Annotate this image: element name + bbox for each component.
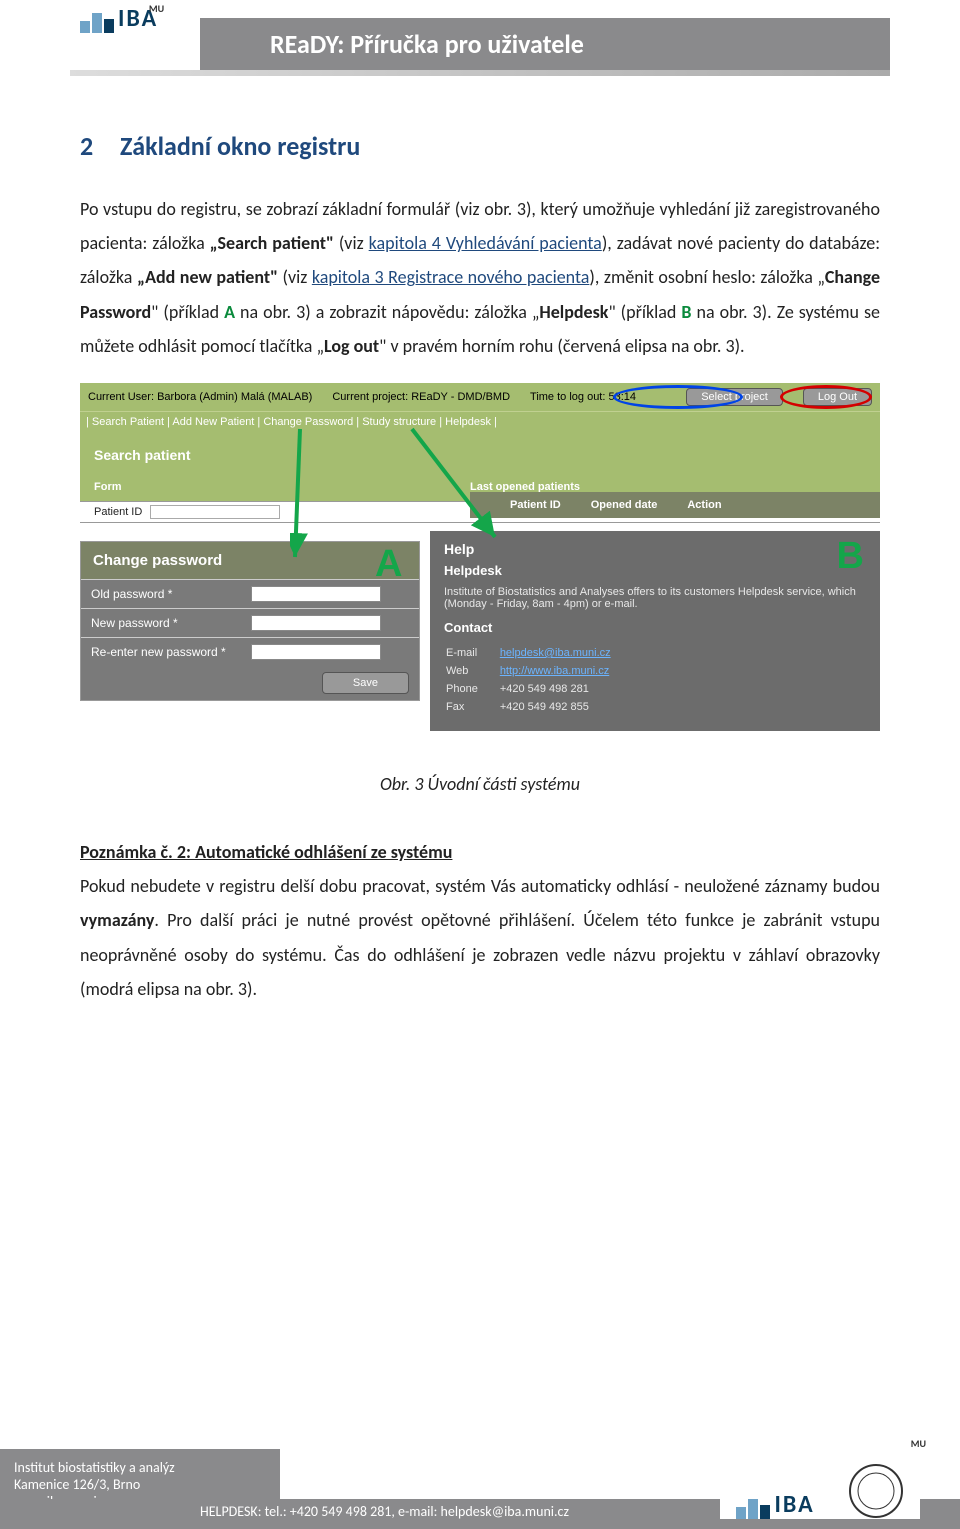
save-button[interactable]: Save (322, 672, 409, 694)
screenshot-figure: Current User: Barbora (Admin) Malá (MALA… (80, 383, 880, 753)
col-patient-id: Patient ID (510, 499, 561, 511)
patient-id-label: Patient ID (80, 506, 150, 518)
email-label: E-mail (446, 645, 498, 661)
muni-seal-icon (848, 1463, 904, 1519)
section-title: Základní okno registru (120, 130, 360, 162)
title-bar: REaDY: Příručka pro uživatele (200, 18, 890, 72)
current-project: Current project: REaDY - DMD/BMD (332, 391, 510, 403)
email-link[interactable]: helpdesk@iba.muni.cz (500, 647, 611, 659)
helpdesk-heading: Helpdesk (444, 563, 866, 578)
change-password-panel: Change password Old password * New passw… (80, 541, 420, 701)
col-action: Action (687, 499, 721, 511)
intro-paragraph: Po vstupu do registru, se zobrazí základ… (80, 192, 880, 363)
footer-logos: MU IBA (720, 1439, 920, 1519)
section-heading: 2Základní okno registru (80, 130, 880, 162)
search-patient-heading: Search patient (80, 435, 880, 463)
logo-bars-icon (736, 1499, 770, 1519)
footer-address: Kamenice 126/3, Brno (14, 1476, 280, 1493)
ref-letter-a: A (224, 301, 235, 323)
fax-label: Fax (446, 699, 498, 715)
contact-table: E-mailhelpdesk@iba.muni.cz Webhttp://www… (444, 643, 633, 717)
header-underline (70, 70, 890, 76)
app-topbar: Current User: Barbora (Admin) Malá (MALA… (80, 383, 880, 411)
logo-mu: MU (149, 2, 164, 15)
phone-value: +420 549 498 281 (500, 681, 631, 697)
old-password-label: Old password * (91, 587, 251, 601)
ellipse-red-icon (780, 385, 872, 409)
note-title: Poznámka č. 2: Automatické odhlášení ze … (80, 841, 452, 863)
reenter-password-input[interactable] (251, 644, 381, 660)
search-row: Patient ID Patient ID Opened date Action (80, 501, 880, 523)
link-chapter4[interactable]: kapitola 4 Vyhledávání pacienta (369, 232, 602, 254)
ref-letter-b: B (681, 301, 691, 323)
current-user: Current User: Barbora (Admin) Malá (MALA… (88, 391, 312, 403)
help-heading: Help (444, 541, 866, 557)
form-label: Form (94, 481, 122, 493)
page-footer: Institut biostatistiky a analýz Kamenice… (0, 1409, 960, 1529)
reenter-password-label: Re-enter new password * (91, 645, 251, 659)
phone-label: Phone (446, 681, 498, 697)
logo-bars-icon (80, 13, 114, 33)
ellipse-blue-icon (613, 385, 743, 409)
web-link[interactable]: http://www.iba.muni.cz (500, 665, 609, 677)
footer-institute: Institut biostatistiky a analýz (14, 1459, 280, 1476)
new-password-label: New password * (91, 616, 251, 630)
helpdesk-description: Institute of Biostatistics and Analyses … (444, 586, 866, 610)
link-chapter3[interactable]: kapitola 3 Registrace nového pacienta (312, 266, 590, 288)
contact-heading: Contact (444, 620, 866, 635)
fax-value: +420 549 492 855 (500, 699, 631, 715)
section-number: 2 (80, 130, 120, 162)
page-header: MU IBA REaDY: Příručka pro uživatele (0, 0, 960, 100)
patient-id-input[interactable] (150, 505, 280, 519)
web-label: Web (446, 663, 498, 679)
figure-caption: Obr. 3 Úvodní části systému (80, 773, 880, 795)
marker-a: A (375, 543, 402, 586)
note-paragraph: Poznámka č. 2: Automatické odhlášení ze … (80, 835, 880, 1006)
change-password-title: Change password (81, 542, 419, 579)
app-tabs[interactable]: | Search Patient | Add New Patient | Cha… (80, 411, 880, 435)
doc-title: REaDY: Příručka pro uživatele (200, 18, 890, 70)
old-password-input[interactable] (251, 586, 381, 602)
marker-b: B (837, 535, 864, 578)
table-header: Patient ID Opened date Action (470, 492, 880, 518)
helpdesk-panel: Help Helpdesk Institute of Biostatistics… (430, 531, 880, 731)
iba-logo: MU IBA (80, 4, 158, 33)
new-password-input[interactable] (251, 615, 381, 631)
col-opened-date: Opened date (591, 499, 658, 511)
